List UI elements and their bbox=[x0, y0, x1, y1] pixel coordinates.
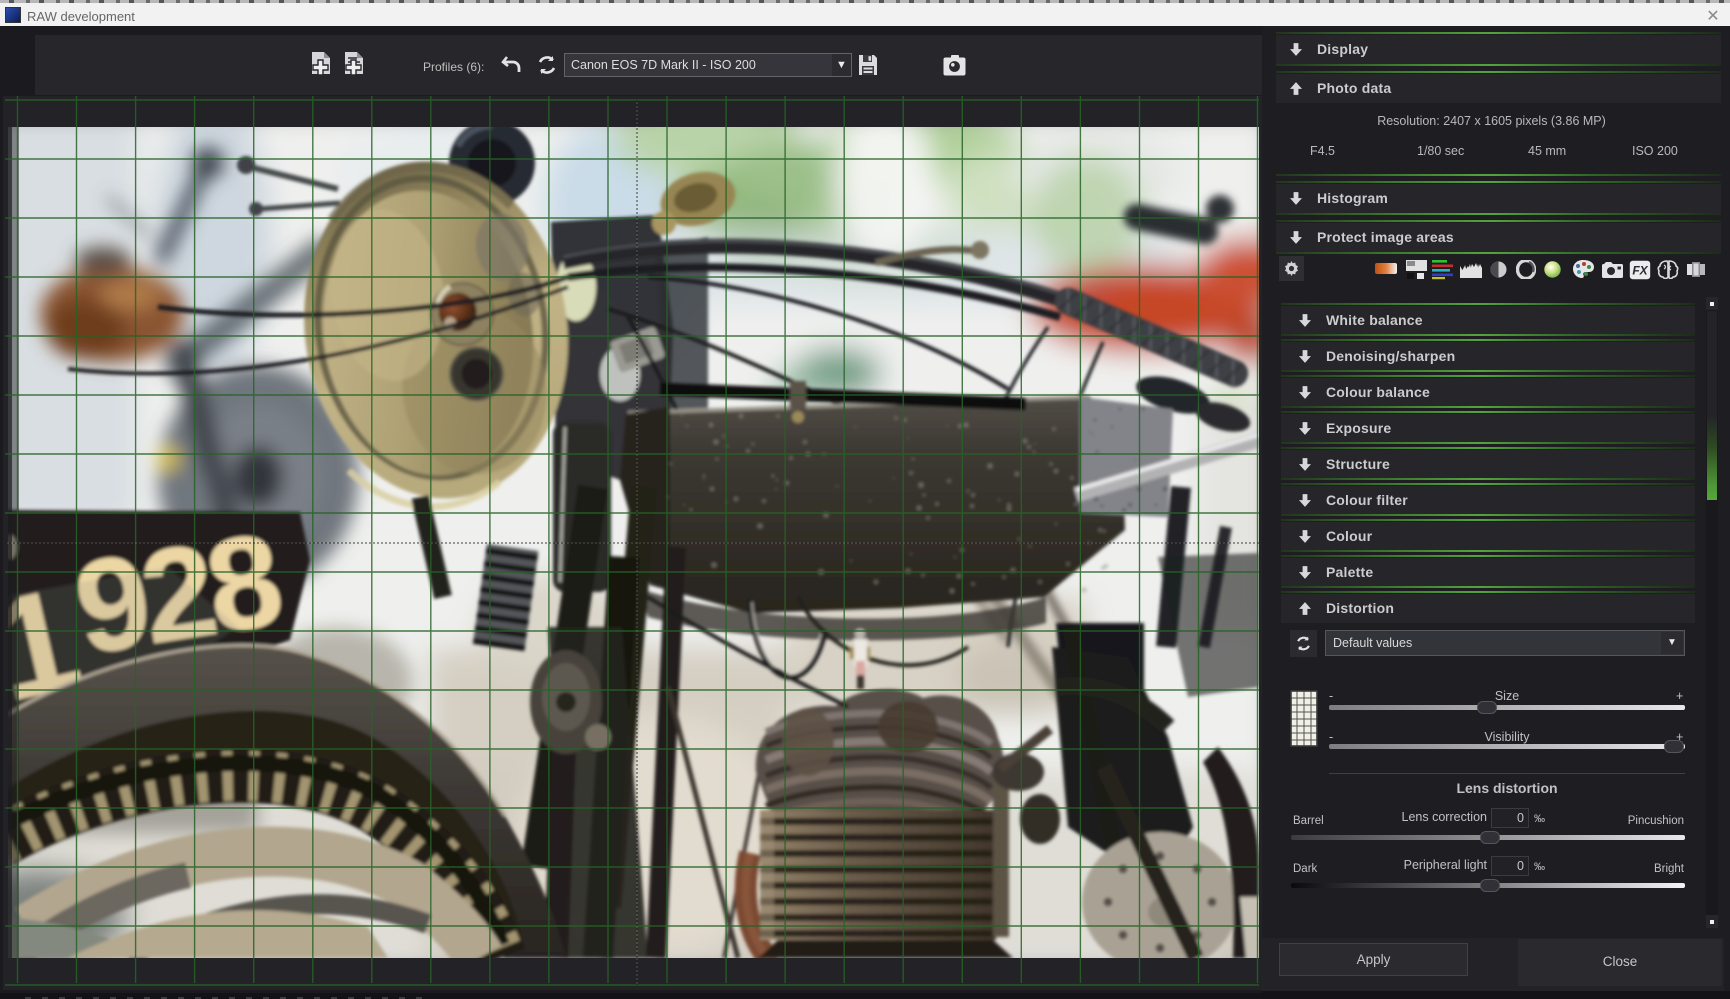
svg-text:FX: FX bbox=[1632, 264, 1648, 278]
